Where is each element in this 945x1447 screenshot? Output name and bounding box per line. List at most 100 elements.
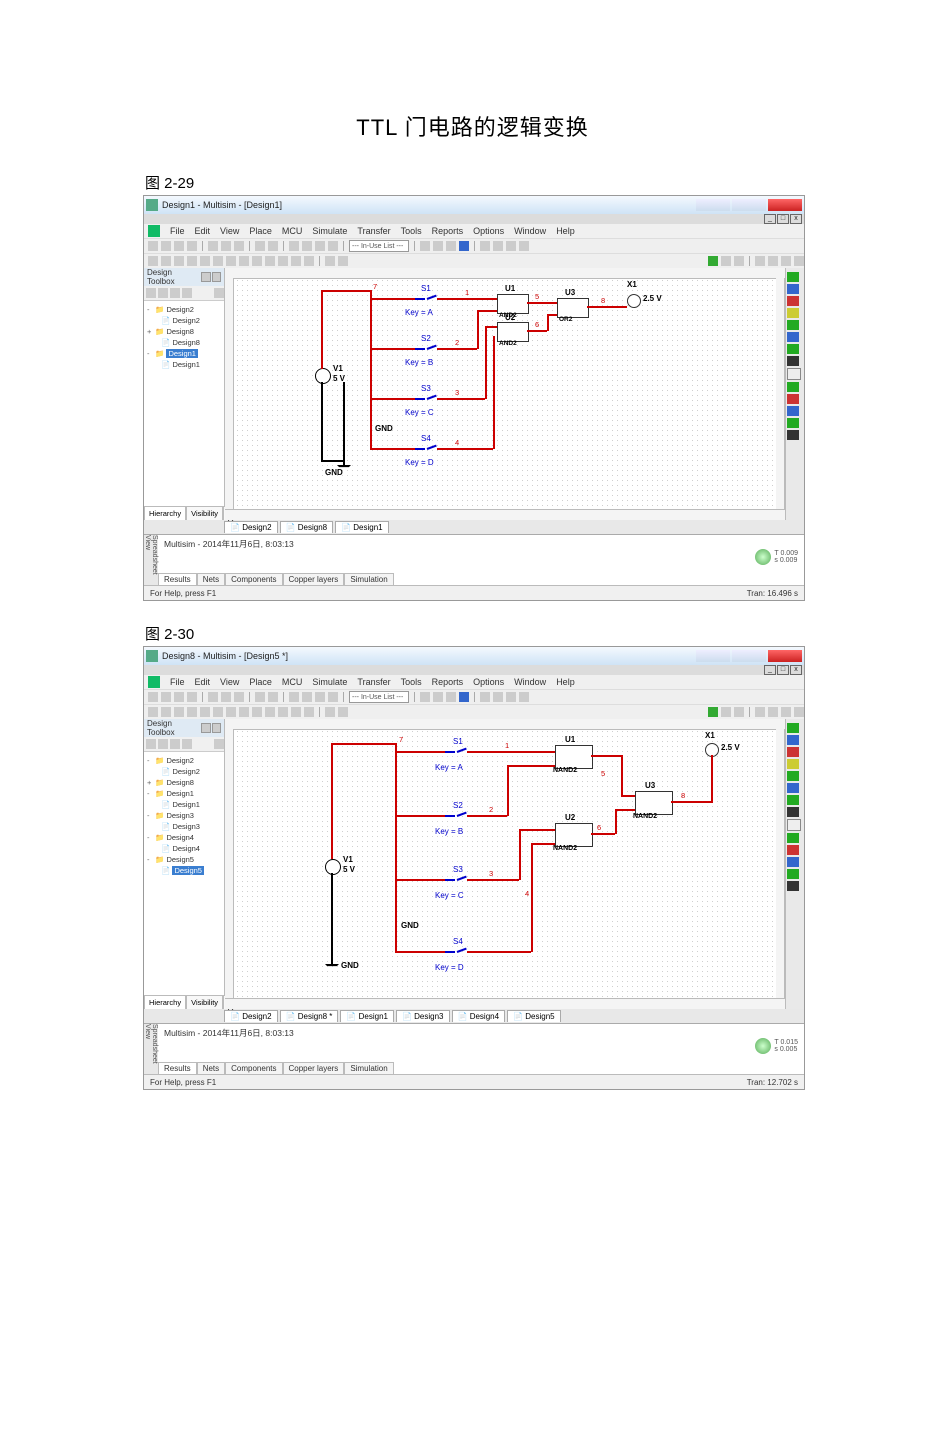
workspace-tab[interactable]: 📄 Design8 * xyxy=(280,1010,339,1022)
inuse-list-combo[interactable]: --- In-Use List --- xyxy=(349,240,409,252)
tb-zoomout-icon[interactable] xyxy=(493,692,503,702)
ss-tab-simulation[interactable]: Simulation xyxy=(344,1062,393,1074)
ss-tab-copper[interactable]: Copper layers xyxy=(283,1062,345,1074)
menu-window[interactable]: Window xyxy=(514,677,546,687)
instr-icon[interactable] xyxy=(787,735,799,745)
mdi-close-button[interactable]: x xyxy=(790,214,802,224)
tb-new-icon[interactable] xyxy=(148,241,158,251)
tb-zoomfit-icon[interactable] xyxy=(506,692,516,702)
tb-component-icon[interactable] xyxy=(213,707,223,717)
tb-zoomin-icon[interactable] xyxy=(480,241,490,251)
sidebar-tab-hierarchy[interactable]: Hierarchy xyxy=(144,506,186,520)
probe-bulb[interactable] xyxy=(627,294,641,308)
instr-icon[interactable] xyxy=(787,723,799,733)
mdi-min-button[interactable]: _ xyxy=(764,214,776,224)
sidebar-pin-icon[interactable] xyxy=(201,272,211,282)
tb-component-icon[interactable] xyxy=(174,256,184,266)
sidebar-close-icon[interactable] xyxy=(212,723,222,733)
tb-component-icon[interactable] xyxy=(304,707,314,717)
tb-component-icon[interactable] xyxy=(187,707,197,717)
tb-zoomin-icon[interactable] xyxy=(480,692,490,702)
tb-open-icon[interactable] xyxy=(161,241,171,251)
instr-icon[interactable] xyxy=(787,795,799,805)
instr-icon[interactable] xyxy=(787,382,799,392)
ss-tab-components[interactable]: Components xyxy=(225,1062,282,1074)
sidebar-tab-hierarchy[interactable]: Hierarchy xyxy=(144,995,186,1009)
instr-icon[interactable] xyxy=(787,284,799,294)
tb-component-icon[interactable] xyxy=(252,707,262,717)
instr-icon[interactable] xyxy=(787,857,799,867)
stop-button[interactable] xyxy=(734,707,744,717)
switch-s1[interactable] xyxy=(445,749,467,755)
maximize-button[interactable] xyxy=(732,199,766,211)
tb-undo-icon[interactable] xyxy=(255,692,265,702)
instr-icon[interactable] xyxy=(787,869,799,879)
tb-cut-icon[interactable] xyxy=(208,241,218,251)
tb-open-icon[interactable] xyxy=(161,692,171,702)
menu-mcu[interactable]: MCU xyxy=(282,677,303,687)
instr-icon[interactable] xyxy=(787,344,799,354)
tb-component-icon[interactable] xyxy=(174,707,184,717)
sb-tb-icon[interactable] xyxy=(158,739,168,749)
tb-italic-icon[interactable] xyxy=(338,256,348,266)
tb-help-icon[interactable] xyxy=(459,241,469,251)
tb-component-icon[interactable] xyxy=(200,707,210,717)
tb-bold-icon[interactable] xyxy=(325,256,335,266)
workspace-tab[interactable]: 📄 Design3 xyxy=(396,1010,450,1022)
sb-tb-icon[interactable] xyxy=(170,288,180,298)
sb-tb-icon[interactable] xyxy=(170,739,180,749)
tb-paste-icon[interactable] xyxy=(234,241,244,251)
schematic-canvas[interactable]: V1 5 V 7 GND S1 Key = A S2 xyxy=(225,268,785,520)
instr-icon[interactable] xyxy=(787,881,799,891)
menu-file[interactable]: File xyxy=(170,677,185,687)
tb-redo-icon[interactable] xyxy=(268,241,278,251)
mdi-max-button[interactable]: □ xyxy=(777,665,789,675)
tb-component-icon[interactable] xyxy=(304,256,314,266)
tb-icon[interactable] xyxy=(794,256,804,266)
ss-tab-results[interactable]: Results xyxy=(158,573,197,585)
close-button[interactable] xyxy=(768,199,802,211)
tb-component-icon[interactable] xyxy=(265,707,275,717)
menu-reports[interactable]: Reports xyxy=(432,226,464,236)
minimize-button[interactable] xyxy=(696,650,730,662)
tb-help-icon[interactable] xyxy=(459,692,469,702)
instr-icon[interactable] xyxy=(787,430,799,440)
workspace-tab[interactable]: 📄 Design8 xyxy=(280,521,334,533)
instr-icon[interactable] xyxy=(787,308,799,318)
tb-bold-icon[interactable] xyxy=(325,707,335,717)
tb-print-icon[interactable] xyxy=(187,692,197,702)
instr-icon[interactable] xyxy=(787,406,799,416)
tb-component-icon[interactable] xyxy=(148,707,158,717)
sb-tb-icon[interactable] xyxy=(158,288,168,298)
workspace-tab[interactable]: 📄 Design5 xyxy=(507,1010,561,1022)
tb-icon[interactable] xyxy=(446,241,456,251)
tb-print-icon[interactable] xyxy=(187,241,197,251)
tb-italic-icon[interactable] xyxy=(338,707,348,717)
instr-icon[interactable] xyxy=(787,368,801,380)
sb-tb-icon[interactable] xyxy=(182,288,192,298)
minimize-button[interactable] xyxy=(696,199,730,211)
menu-tools[interactable]: Tools xyxy=(401,677,422,687)
tb-component-icon[interactable] xyxy=(226,256,236,266)
workspace-tab[interactable]: 📄 Design2 xyxy=(224,1010,278,1022)
tb-component-icon[interactable] xyxy=(239,707,249,717)
instr-icon[interactable] xyxy=(787,320,799,330)
tb-fullscreen-icon[interactable] xyxy=(519,241,529,251)
sidebar-tab-visibility[interactable]: Visibility xyxy=(186,506,223,520)
tb-icon[interactable] xyxy=(420,241,430,251)
tb-component-icon[interactable] xyxy=(226,707,236,717)
tb-zoomfit-icon[interactable] xyxy=(506,241,516,251)
ss-tab-nets[interactable]: Nets xyxy=(197,1062,225,1074)
voltage-source[interactable] xyxy=(315,368,331,384)
tb-new-icon[interactable] xyxy=(148,692,158,702)
design-tree[interactable]: -📁 Design2 📄 Design2 +📁 Design8 -📁 Desig… xyxy=(144,752,224,995)
ss-tab-nets[interactable]: Nets xyxy=(197,573,225,585)
sb-tb-icon[interactable] xyxy=(146,288,156,298)
tb-component-icon[interactable] xyxy=(265,256,275,266)
tb-icon[interactable] xyxy=(302,241,312,251)
tb-component-icon[interactable] xyxy=(291,707,301,717)
tb-component-icon[interactable] xyxy=(291,256,301,266)
tb-save-icon[interactable] xyxy=(174,241,184,251)
ss-tab-simulation[interactable]: Simulation xyxy=(344,573,393,585)
tb-icon[interactable] xyxy=(328,692,338,702)
